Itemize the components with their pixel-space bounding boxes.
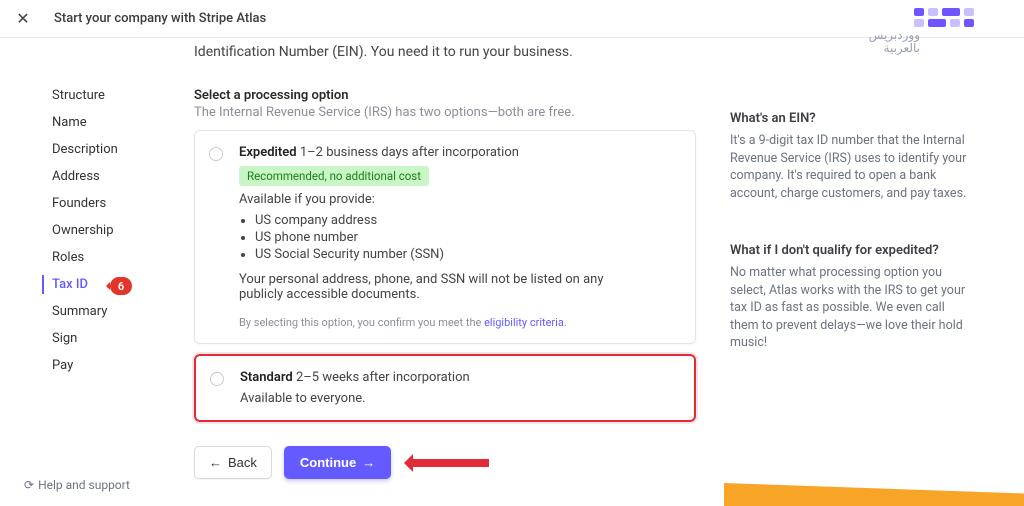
sidebar-item-address[interactable]: Address bbox=[52, 163, 170, 190]
eligibility-link[interactable]: eligibility criteria bbox=[484, 316, 564, 329]
standard-note: Available to everyone. bbox=[240, 391, 678, 406]
sidebar-item-description[interactable]: Description bbox=[52, 136, 170, 163]
intro-text: Identification Number (EIN). You need it… bbox=[194, 44, 696, 60]
radio-icon[interactable] bbox=[210, 372, 224, 386]
faq-body: It's a 9-digit tax ID number that the In… bbox=[730, 132, 972, 202]
faq-heading: What if I don't qualify for expedited? bbox=[730, 242, 972, 260]
annotation-badge: 6 bbox=[110, 277, 132, 295]
sidebar-item-sign[interactable]: Sign bbox=[52, 325, 170, 352]
fineprint: By selecting this option, you confirm yo… bbox=[239, 316, 679, 329]
annotation-arrow bbox=[409, 459, 489, 467]
list-item: US company address bbox=[255, 213, 679, 228]
right-rail: ووردبريس بالعربية What's an EIN? It's a … bbox=[720, 38, 1000, 506]
sidebar-item-pay[interactable]: Pay bbox=[52, 352, 170, 379]
recommended-pill: Recommended, no additional cost bbox=[239, 166, 429, 186]
help-icon: ⟳ bbox=[24, 478, 34, 492]
arrow-left-icon: ← bbox=[209, 455, 222, 470]
sidebar-item-label: Tax ID bbox=[52, 277, 88, 292]
section-heading: Select a processing option bbox=[194, 88, 696, 103]
close-icon[interactable]: ✕ bbox=[16, 9, 30, 28]
help-label: Help and support bbox=[38, 478, 130, 492]
faq-heading: What's an EIN? bbox=[730, 110, 972, 128]
sidebar-item-founders[interactable]: Founders bbox=[52, 190, 170, 217]
sidebar-item-structure[interactable]: Structure bbox=[52, 82, 170, 109]
radio-icon[interactable] bbox=[209, 147, 223, 161]
sidebar-item-summary[interactable]: Summary bbox=[52, 298, 170, 325]
privacy-note: Your personal address, phone, and SSN wi… bbox=[239, 272, 639, 302]
section-subtitle: The Internal Revenue Service (IRS) has t… bbox=[194, 105, 696, 120]
button-row: ← Back Continue → bbox=[194, 446, 696, 479]
requirements-list: US company address US phone number US So… bbox=[255, 213, 679, 262]
back-button[interactable]: ← Back bbox=[194, 446, 272, 479]
option-title: Standard 2–5 weeks after incorporation bbox=[240, 370, 678, 385]
option-title: Expedited 1–2 business days after incorp… bbox=[239, 145, 679, 160]
help-support-link[interactable]: ⟳ Help and support bbox=[24, 478, 130, 492]
option-expedited[interactable]: Expedited 1–2 business days after incorp… bbox=[194, 130, 696, 344]
sidebar: Structure Name Description Address Found… bbox=[0, 38, 170, 506]
sidebar-item-ownership[interactable]: Ownership bbox=[52, 217, 170, 244]
brand-logo: ووردبريس بالعربية bbox=[869, 8, 974, 54]
faq-block-ein: What's an EIN? It's a 9-digit tax ID num… bbox=[730, 110, 972, 202]
faq-block-expedited: What if I don't qualify for expedited? N… bbox=[730, 242, 972, 352]
option-standard[interactable]: Standard 2–5 weeks after incorporation A… bbox=[194, 354, 696, 422]
list-item: US Social Security number (SSN) bbox=[255, 247, 679, 262]
available-label: Available if you provide: bbox=[239, 192, 679, 207]
sidebar-item-name[interactable]: Name bbox=[52, 109, 170, 136]
sidebar-item-taxid[interactable]: Tax ID 6 bbox=[52, 271, 170, 298]
decorative-wedge bbox=[724, 466, 1024, 506]
arrow-right-icon: → bbox=[362, 455, 375, 470]
list-item: US phone number bbox=[255, 230, 679, 245]
logo-text-2: بالعربية bbox=[869, 42, 920, 55]
faq-body: No matter what processing option you sel… bbox=[730, 264, 972, 352]
sidebar-item-roles[interactable]: Roles bbox=[52, 244, 170, 271]
page-title: Start your company with Stripe Atlas bbox=[54, 11, 266, 26]
logo-text-1: ووردبريس bbox=[869, 29, 920, 42]
main-content: Identification Number (EIN). You need it… bbox=[170, 38, 720, 506]
continue-button[interactable]: Continue → bbox=[284, 446, 391, 479]
